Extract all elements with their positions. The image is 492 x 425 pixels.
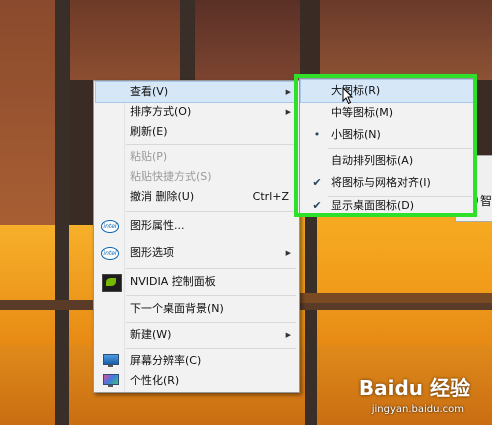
- menu-item-label: 图形选项: [130, 246, 174, 259]
- menu-item-label: 屏幕分辨率(C): [130, 354, 202, 367]
- menu-item-label: 刷新(E): [130, 125, 168, 138]
- menu-item-new[interactable]: 新建(W) ▶: [96, 325, 297, 345]
- menu-item-label: 粘贴快捷方式(S): [130, 170, 212, 183]
- menu-item-personalize[interactable]: 个性化(R): [96, 371, 297, 391]
- submenu-arrow-icon: ▶: [285, 88, 291, 96]
- personalize-icon: [102, 373, 120, 389]
- menu-item-next-background[interactable]: 下一个桌面背景(N): [96, 299, 297, 319]
- menu-item-shortcut: Ctrl+Z: [252, 190, 289, 203]
- desktop-context-menu: 查看(V) ▶ 排序方式(O) ▶ 刷新(E) 粘贴(P) 粘贴快捷方式(S) …: [93, 80, 300, 393]
- intel-icon: intel: [101, 247, 119, 260]
- menu-separator: [126, 322, 296, 323]
- menu-item-nvidia-control-panel[interactable]: NVIDIA 控制面板: [96, 272, 297, 292]
- menu-separator: [126, 295, 296, 296]
- menu-item-label: 查看(V): [130, 85, 169, 98]
- mouse-cursor-icon: [342, 87, 354, 105]
- menu-item-refresh[interactable]: 刷新(E): [96, 122, 297, 142]
- display-icon: [102, 353, 120, 369]
- menu-item-label: 图形属性...: [130, 219, 185, 232]
- baidu-watermark-logo: Baidu 经验: [358, 376, 470, 400]
- menu-separator: [126, 144, 296, 145]
- submenu-arrow-icon: ▶: [285, 108, 291, 116]
- clipped-window-text: 智: [480, 194, 492, 208]
- menu-item-sort-by[interactable]: 排序方式(O) ▶: [96, 102, 297, 122]
- submenu-arrow-icon: ▶: [285, 331, 291, 339]
- submenu-arrow-icon: ▶: [285, 249, 291, 257]
- baidu-watermark-url: jingyan.baidu.com: [371, 404, 464, 415]
- menu-item-paste: 粘贴(P): [96, 147, 297, 167]
- menu-separator: [126, 268, 296, 269]
- menu-item-label: 新建(W): [130, 328, 172, 341]
- menu-item-label: NVIDIA 控制面板: [130, 275, 216, 288]
- menu-item-paste-shortcut: 粘贴快捷方式(S): [96, 167, 297, 187]
- menu-separator: [126, 211, 296, 212]
- menu-item-graphics-options[interactable]: intel 图形选项 ▶: [96, 243, 297, 263]
- menu-item-view[interactable]: 查看(V) ▶: [95, 81, 298, 103]
- annotation-highlight-box: [294, 74, 477, 217]
- menu-item-undo-delete[interactable]: 撤消 删除(U) Ctrl+Z: [96, 187, 297, 207]
- menu-item-label: 个性化(R): [130, 374, 180, 387]
- menu-item-label: 撤消 删除(U): [130, 190, 195, 203]
- menu-item-label: 排序方式(O): [130, 105, 192, 118]
- menu-item-label: 下一个桌面背景(N): [130, 302, 224, 315]
- menu-item-label: 粘贴(P): [130, 150, 168, 163]
- menu-item-screen-resolution[interactable]: 屏幕分辨率(C): [96, 351, 297, 371]
- menu-item-graphics-properties[interactable]: intel 图形属性...: [96, 216, 297, 236]
- menu-separator: [126, 348, 296, 349]
- intel-icon: intel: [101, 220, 119, 233]
- nvidia-icon: [102, 274, 122, 292]
